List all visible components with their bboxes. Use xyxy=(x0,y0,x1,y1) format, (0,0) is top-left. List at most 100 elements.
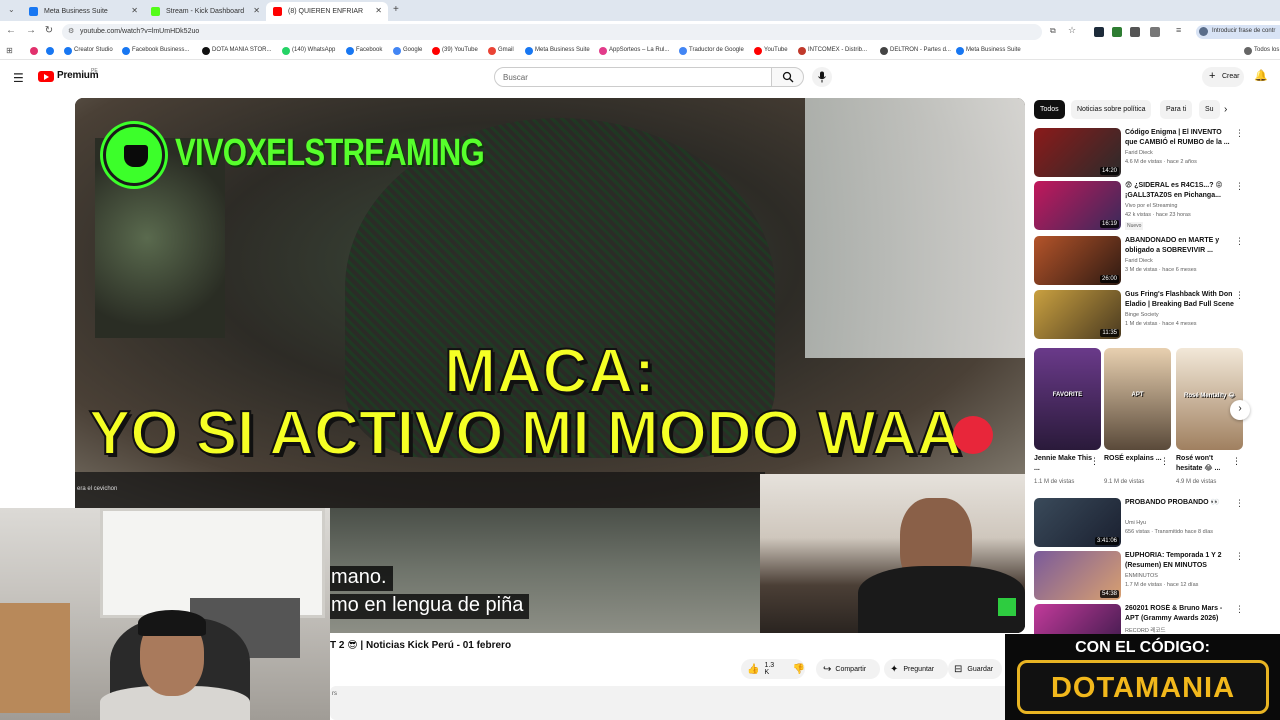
short-thumbnail[interactable]: Rosé Mentality 😂 xyxy=(1176,348,1243,450)
youtube-logo-icon[interactable] xyxy=(38,71,54,82)
video-title[interactable]: 260201 ROSÉ & Bruno Mars - APT (Grammy A… xyxy=(1125,604,1235,624)
shorts-next-button[interactable]: › xyxy=(1230,400,1250,420)
more-options-icon[interactable]: ⋮ xyxy=(1235,128,1244,139)
video-thumbnail[interactable]: 54:38 xyxy=(1034,551,1121,600)
short-thumbnail[interactable]: APT xyxy=(1104,348,1171,450)
bookmark-item[interactable]: Creator Studio xyxy=(64,47,113,55)
more-options-icon[interactable]: ⋮ xyxy=(1235,181,1244,192)
bookmark-item[interactable]: Meta Business Suite xyxy=(956,47,1021,55)
close-icon[interactable]: ✕ xyxy=(375,6,382,15)
video-title[interactable]: PROBANDO PROBANDO 👀 xyxy=(1125,498,1235,508)
back-icon[interactable]: ← xyxy=(4,25,18,36)
bookmark-item[interactable]: INTCOMEX - Distrib... xyxy=(798,47,867,55)
share-button[interactable]: ↪ Compartir xyxy=(816,659,880,679)
close-icon[interactable]: ✕ xyxy=(253,6,260,15)
bookmark-item[interactable]: Traductor de Google xyxy=(679,47,744,55)
bookmark-item[interactable]: YouTube xyxy=(754,47,788,55)
chip-politica[interactable]: Noticias sobre política xyxy=(1071,100,1152,119)
new-tab-button[interactable]: + xyxy=(393,4,399,15)
forward-icon[interactable]: → xyxy=(24,25,38,36)
chip-todos[interactable]: Todos xyxy=(1034,100,1065,119)
video-thumbnail[interactable]: 3:41:06 xyxy=(1034,498,1121,547)
more-options-icon[interactable]: ⋮ xyxy=(1232,456,1241,467)
close-icon[interactable]: ✕ xyxy=(131,6,138,15)
bookmark-item-all[interactable]: Todos los xyxy=(1244,47,1279,55)
more-options-icon[interactable]: ⋮ xyxy=(1235,604,1244,615)
more-options-icon[interactable]: ⋮ xyxy=(1235,498,1244,509)
bookmark-item[interactable]: Gmail xyxy=(488,47,514,55)
bookmark-favicon xyxy=(599,47,607,55)
menu-icon[interactable]: ☰ xyxy=(13,71,24,85)
ask-button[interactable]: ✦ Preguntar xyxy=(884,659,948,679)
notifications-bell-icon[interactable]: 🔔 xyxy=(1254,69,1268,82)
reload-icon[interactable]: ↻ xyxy=(42,25,56,36)
chevron-right-icon[interactable]: › xyxy=(1224,104,1227,115)
search-input[interactable]: Buscar xyxy=(494,67,772,87)
more-options-icon[interactable]: ⋮ xyxy=(1090,456,1099,467)
more-options-icon[interactable]: ⋮ xyxy=(1160,456,1169,467)
dislike-button[interactable]: 👎 xyxy=(793,664,805,675)
bookmark-item[interactable]: DOTA MANIA STOR... xyxy=(202,47,271,55)
bookmark-item[interactable]: AppSorteos – La Rul... xyxy=(599,47,669,55)
url-field[interactable]: ⚙ youtube.com/watch?v=lmUmHDk52uo xyxy=(62,24,1042,40)
short-title[interactable]: ROSÉ explains ... xyxy=(1104,454,1162,464)
video-thumbnail[interactable]: 11:35 xyxy=(1034,290,1121,339)
more-options-icon[interactable]: ⋮ xyxy=(1235,290,1244,301)
video-title[interactable]: ABANDONADO en MARTE y obligado a SOBREVI… xyxy=(1125,236,1235,256)
short-title[interactable]: Jennie Make This ... xyxy=(1034,454,1092,474)
cast-icon[interactable]: ⧉ xyxy=(1050,26,1056,36)
channel-name[interactable]: ENMINUTOS xyxy=(1125,573,1158,579)
tab-search-icon[interactable]: ⌄ xyxy=(8,5,15,14)
more-options-icon[interactable]: ⋮ xyxy=(1235,551,1244,562)
tab-meta-business[interactable]: Meta Business Suite ✕ xyxy=(22,2,144,21)
tab-youtube-active[interactable]: (8) QUIEREN ENFRIAR ✕ xyxy=(266,2,388,21)
create-button[interactable]: + Crear xyxy=(1202,67,1244,87)
video-title[interactable]: 😨 ¿SIDERAL es R4C1S...? 😡 ¡GALL3TAZ0S en… xyxy=(1125,181,1235,201)
related-video-item[interactable]: 14:20 Código Enigma | El INVENTO que CAM… xyxy=(1034,128,1274,177)
bookmark-item[interactable]: Facebook xyxy=(346,47,382,55)
channel-name[interactable]: Binge Society xyxy=(1125,312,1159,318)
extensions-puzzle-icon[interactable] xyxy=(1150,27,1160,37)
extension-icon[interactable] xyxy=(1112,27,1122,37)
bookmark-item[interactable]: Facebook Business... xyxy=(122,47,189,55)
apps-grid-icon[interactable]: ⊞ xyxy=(6,46,13,55)
channel-name[interactable]: Vivo por el Streaming xyxy=(1125,203,1177,209)
channel-name[interactable]: Umi Hyu xyxy=(1125,520,1146,526)
video-title[interactable]: Código Enigma | El INVENTO que CAMBIÓ el… xyxy=(1125,128,1235,148)
more-options-icon[interactable]: ⋮ xyxy=(1235,236,1244,247)
media-control-icon[interactable]: ≡ xyxy=(1176,25,1181,35)
extension-icon[interactable] xyxy=(1130,27,1140,37)
video-title[interactable]: EUPHORIA: Temporada 1 Y 2 (Resumen) EN M… xyxy=(1125,551,1235,571)
site-info-icon[interactable]: ⚙ xyxy=(68,27,74,35)
related-video-item[interactable]: 11:35 Gus Fring's Flashback With Don Ela… xyxy=(1034,290,1274,339)
bookmark-star-icon[interactable]: ☆ xyxy=(1068,25,1076,36)
video-thumbnail[interactable]: 16:19 xyxy=(1034,181,1121,230)
profile-button[interactable]: Introducir frase de contr xyxy=(1196,25,1280,39)
related-video-item[interactable]: 54:38 EUPHORIA: Temporada 1 Y 2 (Resumen… xyxy=(1034,551,1274,600)
description-box[interactable]: rs xyxy=(330,686,1024,720)
chip-para-ti[interactable]: Para ti xyxy=(1160,100,1193,119)
like-button[interactable]: 👍 1.3 K xyxy=(747,662,781,676)
short-thumbnail[interactable]: FAVORITE xyxy=(1034,348,1101,450)
bookmark-item[interactable]: Meta Business Suite xyxy=(525,47,590,55)
search-button[interactable] xyxy=(771,67,804,87)
video-title[interactable]: Gus Fring's Flashback With Don Eladio | … xyxy=(1125,290,1235,310)
video-thumbnail[interactable]: 26:00 xyxy=(1034,236,1121,285)
related-video-item[interactable]: 3:41:06 PROBANDO PROBANDO 👀 Umi Hyu 656 … xyxy=(1034,498,1274,547)
channel-name[interactable]: Farid Dieck xyxy=(1125,258,1153,264)
extension-icon[interactable] xyxy=(1094,27,1104,37)
voice-search-button[interactable] xyxy=(812,67,832,87)
bookmark-item[interactable]: DELTRON - Partes d... xyxy=(880,47,951,55)
channel-name[interactable]: Farid Dieck xyxy=(1125,150,1153,156)
save-button[interactable]: ⊟ Guardar xyxy=(948,659,1002,679)
tab-kick-dashboard[interactable]: Stream - Kick Dashboard ✕ xyxy=(144,2,266,21)
channel-name[interactable]: RECORD 레코드 xyxy=(1125,626,1166,634)
related-video-item[interactable]: 26:00 ABANDONADO en MARTE y obligado a S… xyxy=(1034,236,1274,285)
bookmark-item[interactable]: (140) WhatsApp xyxy=(282,47,335,55)
bookmark-item[interactable]: (39) YouTube xyxy=(432,47,478,55)
bookmark-item[interactable]: Google xyxy=(393,47,422,55)
chip-suscripciones[interactable]: Su xyxy=(1199,100,1220,119)
video-thumbnail[interactable]: 14:20 xyxy=(1034,128,1121,177)
related-video-item[interactable]: 16:19 😨 ¿SIDERAL es R4C1S...? 😡 ¡GALL3TA… xyxy=(1034,181,1274,230)
short-title[interactable]: Rosé won't hesitate 😂 ... xyxy=(1176,454,1234,474)
